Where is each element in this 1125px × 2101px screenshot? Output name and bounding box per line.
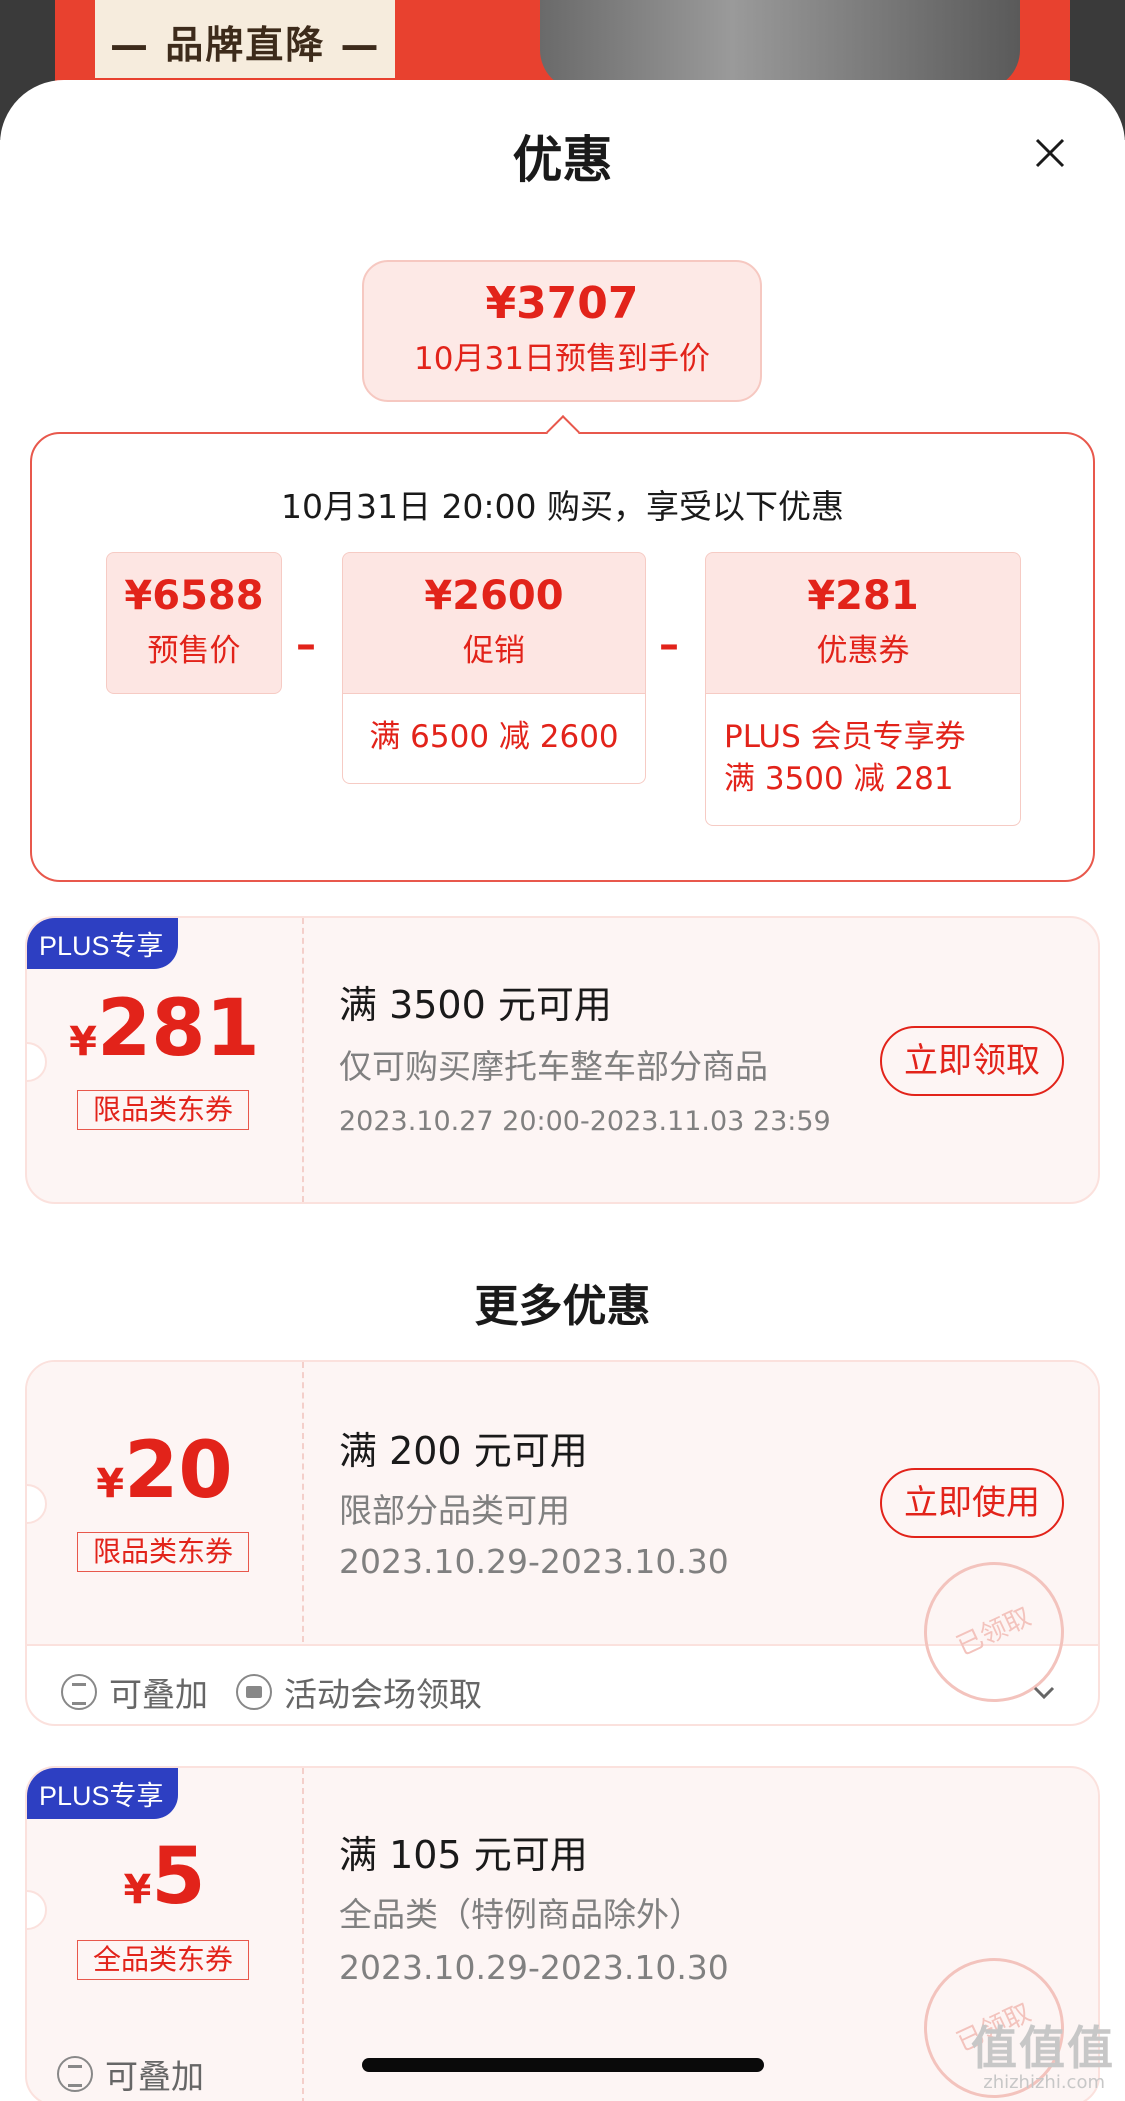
- plus-badge: PLUS专享: [27, 1768, 178, 1819]
- coupon-card[interactable]: ¥20 限品类东券 满 200 元可用 限部分品类可用 2023.10.29-2…: [25, 1360, 1100, 1726]
- final-price-amount: ¥3707: [485, 278, 639, 329]
- breakdown-headline: 10月31日 20:00 购买，享受以下优惠: [280, 487, 845, 526]
- coupon-card[interactable]: PLUS专享 ¥281 限品类东券 满 3500 元可用 仅可购买摩托车整车部分…: [25, 916, 1100, 1204]
- stackable-icon: [57, 2056, 93, 2092]
- close-icon: [1035, 138, 1065, 168]
- discount-sheet: 优惠 ¥3707 10月31日预售到手价 10月31日 20:00 购买，享受以…: [0, 80, 1125, 2101]
- coupon-detail-line1: PLUS 会员专享券: [724, 719, 966, 755]
- home-indicator[interactable]: [362, 2058, 764, 2072]
- coupon-scope: 限品类东券: [77, 1090, 249, 1130]
- coupon-card[interactable]: PLUS专享 ¥5 全品类东券 满 105 元可用 全品类（特例商品除外） 20…: [25, 1766, 1100, 2101]
- breakdown-pointer: [546, 415, 580, 449]
- presale-price-value: ¥6588: [124, 573, 264, 619]
- minus-sign: –: [659, 622, 679, 668]
- coupon-amount: ¥5: [123, 1832, 206, 1922]
- coupon-tags: 可叠加 活动会场领取: [61, 1662, 510, 1722]
- coupon-dates: 2023.10.29-2023.10.30: [339, 1948, 729, 1987]
- coupon-scope: 全品类东券: [77, 1940, 249, 1980]
- presale-price-label: 预售价: [147, 633, 241, 669]
- chevron-down-icon[interactable]: [1030, 1678, 1058, 1706]
- coupon-amount: ¥281: [69, 984, 260, 1074]
- ticket-icon: [236, 1674, 272, 1710]
- price-breakdown: 10月31日 20:00 购买，享受以下优惠 ¥6588 预售价 – ¥2600…: [30, 415, 1095, 882]
- promotion-tile: ¥2600 促销 满 6500 减 2600: [342, 552, 646, 784]
- coupon-scope: 限品类东券: [77, 1532, 249, 1572]
- coupon-label: 优惠券: [816, 633, 910, 669]
- motorcycle-image: [540, 0, 1020, 90]
- final-price-desc: 10月31日预售到手价: [414, 341, 710, 377]
- coupon-condition: 满 200 元可用: [339, 1429, 588, 1473]
- watermark-logo: 值值值: [971, 2021, 1115, 2075]
- plus-badge: PLUS专享: [27, 918, 178, 969]
- close-button[interactable]: [1033, 136, 1067, 170]
- promotion-label: 促销: [463, 633, 525, 669]
- coupon-condition: 满 105 元可用: [339, 1833, 588, 1877]
- coupon-restriction: 全品类（特例商品除外）: [339, 1895, 702, 1934]
- sheet-title: 优惠: [512, 131, 613, 189]
- coupon-dates: 2023.10.27 20:00-2023.11.03 23:59: [339, 1106, 831, 1137]
- coupon-condition: 满 3500 元可用: [339, 983, 612, 1027]
- coupon-amount: ¥20: [96, 1426, 233, 1516]
- coupon-dates: 2023.10.29-2023.10.30: [339, 1542, 729, 1581]
- stackable-icon: [61, 1674, 97, 1710]
- coupon-tile: ¥281 优惠券 PLUS 会员专享券 满 3500 减 281: [705, 552, 1021, 826]
- coupon-restriction: 仅可购买摩托车整车部分商品: [339, 1047, 768, 1086]
- final-price-bubble: ¥3707 10月31日预售到手价: [362, 260, 762, 402]
- presale-price-tile: ¥6588 预售价: [106, 552, 282, 694]
- coupon-value: ¥281: [807, 573, 919, 619]
- stackable-tag: 可叠加: [61, 1668, 208, 1716]
- stackable-tag: 可叠加: [57, 2050, 204, 2098]
- banner-brand-text: — 品牌直降 —: [110, 23, 381, 67]
- watermark-url: zhizhizhi.com: [983, 2072, 1105, 2093]
- promotion-value: ¥2600: [424, 573, 564, 619]
- coupon-tags: 可叠加: [57, 2044, 232, 2101]
- venue-tag: 活动会场领取: [236, 1668, 482, 1716]
- coupon-detail-line2: 满 3500 减 281: [724, 761, 954, 797]
- coupon-detail: PLUS 会员专享券 满 3500 减 281: [705, 694, 1021, 826]
- use-now-button[interactable]: 立即使用: [880, 1468, 1064, 1538]
- claim-button[interactable]: 立即领取: [880, 1026, 1064, 1096]
- minus-sign: –: [296, 622, 316, 668]
- coupon-restriction: 限部分品类可用: [339, 1491, 570, 1530]
- more-offers-title: 更多优惠: [474, 1281, 651, 1332]
- promotion-detail: 满 6500 减 2600: [342, 694, 646, 784]
